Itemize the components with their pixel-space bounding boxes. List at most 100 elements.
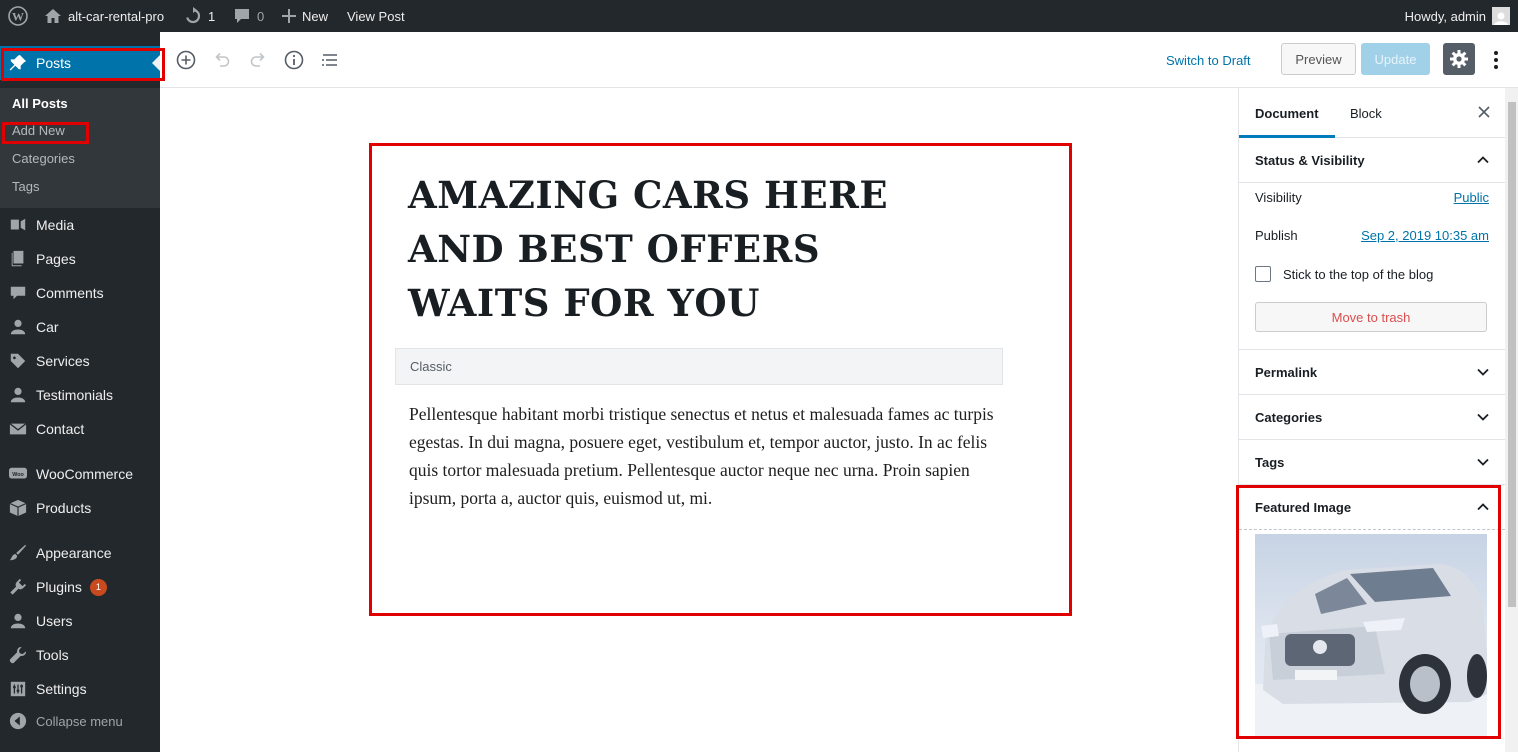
submenu-add-new[interactable]: Add New — [12, 123, 65, 138]
comments-count: 0 — [257, 8, 265, 24]
view-post-link[interactable]: View Post — [347, 0, 405, 32]
car-photo — [1255, 564, 1487, 736]
greeting-label: Howdy, admin — [1404, 8, 1486, 24]
more-vertical-icon — [1494, 51, 1498, 69]
tab-block[interactable]: Block — [1350, 88, 1382, 138]
menu-item-settings[interactable]: Settings — [0, 672, 160, 706]
menu-label: Appearance — [36, 545, 112, 561]
settings-toggle-button[interactable] — [1443, 43, 1475, 75]
menu-item-testimonials[interactable]: Testimonials — [0, 378, 160, 412]
menu-item-plugins[interactable]: Plugins 1 — [0, 570, 160, 604]
menu-item-services[interactable]: Services — [0, 344, 160, 378]
menu-item-woocommerce[interactable]: Woo WooCommerce — [0, 457, 160, 491]
info-icon — [284, 50, 304, 70]
publish-label: Publish — [1255, 228, 1298, 243]
plugins-update-badge: 1 — [89, 578, 107, 596]
classic-block-toolbar[interactable]: Classic — [395, 348, 1003, 385]
menu-label: Testimonials — [36, 387, 114, 403]
plus-icon — [282, 9, 296, 23]
featured-image-thumbnail[interactable] — [1255, 534, 1487, 736]
wordpress-logo-icon[interactable]: W — [8, 0, 28, 32]
menu-item-appearance[interactable]: Appearance — [0, 536, 160, 570]
new-content-link[interactable]: New — [282, 0, 328, 32]
redo-button[interactable] — [244, 46, 272, 74]
chevron-down-icon — [1477, 458, 1489, 466]
updates-count: 1 — [208, 8, 216, 24]
tag-icon — [0, 352, 36, 370]
block-navigation-button[interactable] — [316, 46, 344, 74]
menu-item-users[interactable]: Users — [0, 604, 160, 638]
view-post-label: View Post — [347, 8, 405, 24]
menu-label: Media — [36, 217, 75, 233]
settings-icon — [0, 680, 36, 698]
settings-sidebar: Document Block Status & Visibility Visib… — [1238, 88, 1518, 752]
visibility-label: Visibility — [1255, 190, 1302, 205]
user-icon — [0, 318, 36, 336]
editor-toolbar: Switch to Draft Preview Update — [160, 32, 1518, 88]
update-button[interactable]: Update — [1361, 43, 1430, 75]
site-name-link[interactable]: alt-car-rental-pro — [44, 0, 164, 32]
plus-circle-icon — [176, 50, 196, 70]
site-name-label: alt-car-rental-pro — [68, 8, 165, 24]
menu-item-tools[interactable]: Tools — [0, 638, 160, 672]
add-block-button[interactable] — [172, 46, 200, 74]
svg-text:W: W — [12, 10, 24, 24]
submenu-tags[interactable]: Tags — [12, 179, 39, 194]
content-info-button[interactable] — [280, 46, 308, 74]
sticky-label: Stick to the top of the blog — [1283, 267, 1434, 282]
tab-document[interactable]: Document — [1239, 88, 1335, 138]
posts-submenu: All Posts Add New Categories Tags — [0, 88, 160, 208]
block-label: Classic — [410, 359, 452, 374]
post-body-text[interactable]: Pellentesque habitant morbi tristique se… — [409, 400, 999, 512]
undo-icon — [215, 52, 230, 67]
publish-date-toggle[interactable]: Sep 2, 2019 10:35 am — [1361, 228, 1489, 243]
menu-item-comments[interactable]: Comments — [0, 276, 160, 310]
more-options-button[interactable] — [1486, 46, 1506, 74]
sticky-checkbox[interactable] — [1255, 266, 1271, 282]
switch-to-draft-button[interactable]: Switch to Draft — [1166, 53, 1251, 68]
menu-item-car[interactable]: Car — [0, 310, 160, 344]
scrollbar-thumb[interactable] — [1508, 102, 1516, 607]
plug-icon — [0, 578, 36, 596]
chevron-up-icon — [1477, 503, 1489, 511]
menu-label: Services — [36, 353, 90, 369]
close-icon[interactable] — [1477, 105, 1491, 124]
avatar — [1492, 7, 1510, 25]
featured-image-panel-toggle[interactable]: Featured Image — [1239, 485, 1505, 530]
collapse-arrow-icon — [0, 712, 36, 730]
updates-link[interactable]: 1 — [184, 0, 215, 32]
undo-button[interactable] — [208, 46, 236, 74]
submenu-categories[interactable]: Categories — [12, 151, 75, 166]
pages-icon — [0, 250, 36, 268]
menu-item-posts[interactable]: Posts — [0, 46, 160, 80]
preview-button[interactable]: Preview — [1281, 43, 1356, 75]
move-to-trash-button[interactable]: Move to trash — [1255, 302, 1487, 332]
menu-item-products[interactable]: Products — [0, 491, 160, 525]
menu-label: WooCommerce — [36, 466, 133, 482]
admin-bar: W alt-car-rental-pro 1 0 New View Post H… — [0, 0, 1518, 32]
submenu-all-posts[interactable]: All Posts — [12, 96, 68, 111]
comments-link[interactable]: 0 — [233, 0, 264, 32]
menu-item-pages[interactable]: Pages — [0, 242, 160, 276]
panel-title: Permalink — [1255, 364, 1318, 380]
settings-tabs: Document Block — [1239, 88, 1505, 138]
tags-panel-toggle[interactable]: Tags — [1239, 440, 1505, 485]
post-title[interactable]: AMAZING CARS HERE AND BEST OFFERS WAITS … — [408, 168, 968, 330]
user-icon — [0, 612, 36, 630]
editor-canvas: AMAZING CARS HERE AND BEST OFFERS WAITS … — [160, 88, 1238, 752]
user-icon — [0, 386, 36, 404]
chevron-up-icon — [1477, 156, 1489, 164]
visibility-toggle[interactable]: Public — [1454, 190, 1489, 205]
permalink-panel-toggle[interactable]: Permalink — [1239, 350, 1505, 395]
chevron-down-icon — [1477, 413, 1489, 421]
menu-label: Contact — [36, 421, 85, 437]
account-menu[interactable]: Howdy, admin — [1405, 0, 1510, 32]
brush-icon — [0, 544, 36, 562]
menu-item-media[interactable]: Media — [0, 208, 160, 242]
collapse-menu-button[interactable]: Collapse menu — [0, 704, 160, 738]
panel-title: Tags — [1255, 454, 1285, 470]
status-visibility-panel-toggle[interactable]: Status & Visibility — [1239, 138, 1505, 183]
menu-item-contact[interactable]: Contact — [0, 412, 160, 446]
settings-scrollbar[interactable] — [1505, 88, 1518, 752]
categories-panel-toggle[interactable]: Categories — [1239, 395, 1505, 440]
